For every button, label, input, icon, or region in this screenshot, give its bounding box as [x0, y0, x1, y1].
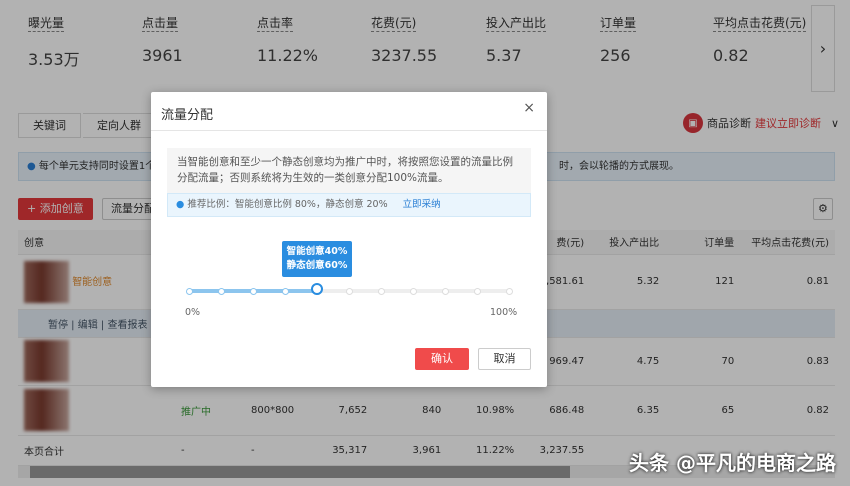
slider-step-dot[interactable] — [377, 287, 385, 295]
dialog-description: 当智能创意和至少一个静态创意均为推广中时，将按照您设置的流量比例分配流量；否则系… — [167, 148, 531, 194]
slider-step-dot[interactable] — [409, 287, 417, 295]
slider-step-dot[interactable] — [441, 287, 449, 295]
slider-max-label: 100% — [490, 307, 518, 318]
adopt-link[interactable]: 立即采纳 — [403, 199, 441, 210]
cancel-button[interactable]: 取消 — [478, 348, 531, 370]
watermark: 头条 @平凡的电商之路 — [629, 451, 836, 475]
slider-min-label: 0% — [185, 307, 201, 318]
slider-step-dot[interactable] — [473, 287, 481, 295]
traffic-allocation-dialog: 流量分配 × 当智能创意和至少一个静态创意均为推广中时，将按照您设置的流量比例分… — [151, 92, 547, 387]
slider-step-dot[interactable] — [345, 287, 353, 295]
dialog-title: 流量分配 — [151, 92, 547, 131]
confirm-button[interactable]: 确认 — [415, 348, 469, 370]
close-icon[interactable]: × — [523, 100, 535, 116]
slider-tooltip: 智能创意40% 静态创意60% — [282, 241, 352, 277]
slider-step-dot[interactable] — [505, 287, 513, 295]
slider-step-dot[interactable] — [217, 287, 225, 295]
slider-step-dot[interactable] — [185, 287, 193, 295]
info-icon: ● — [176, 199, 185, 210]
slider-handle[interactable] — [311, 283, 323, 295]
recommendation-tip: ● 推荐比例：智能创意比例 80%，静态创意 20% 立即采纳 — [167, 193, 531, 217]
slider-step-dot[interactable] — [249, 287, 257, 295]
slider-step-dot[interactable] — [281, 287, 289, 295]
